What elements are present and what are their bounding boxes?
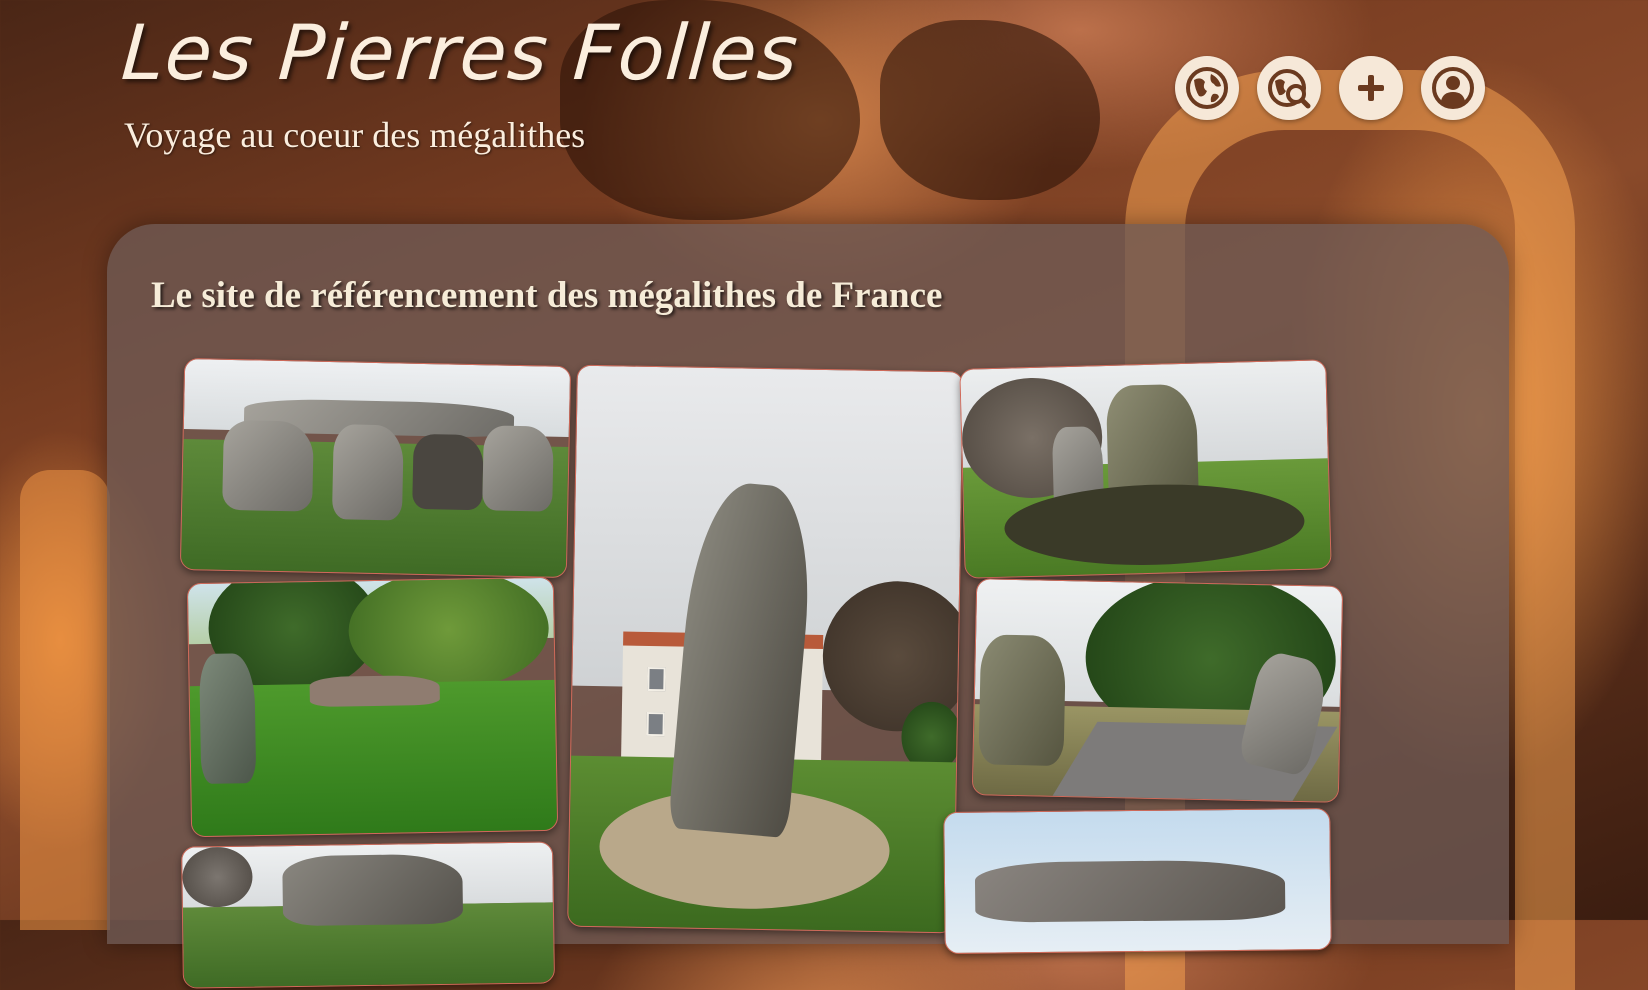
gallery-photo[interactable] [567, 364, 964, 934]
add-button[interactable] [1339, 56, 1403, 120]
main-panel: Le site de référencement des mégalithes … [107, 224, 1509, 989]
plus-icon [1351, 68, 1391, 108]
globe-button[interactable] [1175, 56, 1239, 120]
site-subtitle: Voyage au coeur des mégalithes [124, 115, 586, 155]
map-search-button[interactable] [1257, 56, 1321, 120]
background-stone [20, 470, 110, 930]
gallery-photo[interactable] [181, 841, 555, 989]
gallery-photo[interactable] [959, 359, 1332, 579]
gallery-photo[interactable] [179, 357, 572, 579]
map-search-icon [1268, 69, 1311, 109]
megalith-gallery [107, 224, 1509, 989]
gallery-photo[interactable] [971, 578, 1344, 803]
site-header: Les Pierres Folles Voyage au coeur des m… [0, 0, 1648, 200]
globe-icon [1186, 67, 1228, 109]
header-nav [1175, 56, 1485, 120]
site-title[interactable]: Les Pierres Folles [119, 8, 802, 97]
gallery-photo[interactable] [186, 576, 559, 838]
account-button[interactable] [1421, 56, 1485, 120]
gallery-photo[interactable] [943, 807, 1332, 955]
user-icon [1432, 67, 1474, 109]
